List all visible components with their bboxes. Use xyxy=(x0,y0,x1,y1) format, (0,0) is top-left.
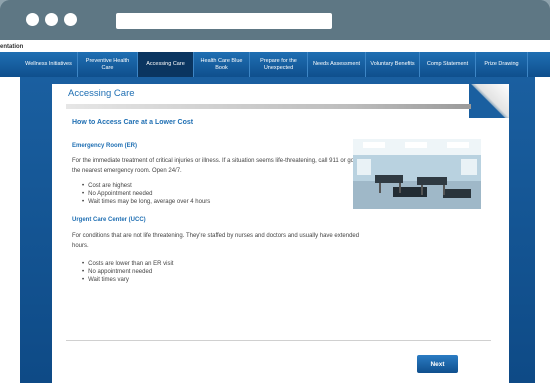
list-item: Wait times may be long, average over 4 h… xyxy=(82,198,210,206)
nav-item-voluntary-benefits[interactable]: Voluntary Benefits xyxy=(366,52,420,77)
window-controls xyxy=(26,13,77,26)
list-item: Costs are lower than an ER visit xyxy=(82,260,173,268)
app-title: entation xyxy=(0,44,24,50)
nav-item-comp-statement[interactable]: Comp Statement xyxy=(420,52,476,77)
er-description: For the immediate treatment of critical … xyxy=(72,158,361,174)
content-stage: Accessing Care How to Access Care at a L… xyxy=(20,77,535,383)
list-item: No appointment needed xyxy=(82,268,173,276)
page-title: Accessing Care xyxy=(68,88,135,99)
nav-item-prize-drawing[interactable]: Prize Drawing xyxy=(476,52,528,77)
list-item: Cost are highest xyxy=(82,182,210,190)
nav-item-needs-assessment[interactable]: Needs Assessment xyxy=(308,52,366,77)
nav-item-prepare-for-the-unexpected[interactable]: Prepare for the Unexpected xyxy=(250,52,308,77)
title-bar xyxy=(0,0,550,40)
maximize-window-icon[interactable] xyxy=(64,13,77,26)
address-bar[interactable] xyxy=(116,13,332,29)
emergency-room-photo xyxy=(353,139,481,209)
content-panel: Accessing Care How to Access Care at a L… xyxy=(52,84,509,383)
footer-divider xyxy=(66,340,491,341)
page-viewport: entation Wellness Initiatives Preventive… xyxy=(0,40,550,383)
nav-item-accessing-care[interactable]: Accessing Care xyxy=(138,52,194,77)
nav-item-health-care-blue-book[interactable]: Health Care Blue Book xyxy=(194,52,250,77)
next-button[interactable]: Next xyxy=(417,355,458,373)
ucc-heading: Urgent Care Center (UCC) xyxy=(72,217,146,223)
browser-window: entation Wellness Initiatives Preventive… xyxy=(0,0,550,383)
nav-item-preventive-health-care[interactable]: Preventive Health Care xyxy=(78,52,138,77)
title-divider xyxy=(66,104,471,109)
minimize-window-icon[interactable] xyxy=(45,13,58,26)
ucc-description: For conditions that are not life threate… xyxy=(72,233,360,249)
ucc-bullets: Costs are lower than an ER visit No appo… xyxy=(82,260,173,284)
close-window-icon[interactable] xyxy=(26,13,39,26)
list-item: Wait times vary xyxy=(82,276,173,284)
section-heading: How to Access Care at a Lower Cost xyxy=(72,119,194,126)
er-heading: Emergency Room (ER) xyxy=(72,143,138,149)
list-item: No Appointment needed xyxy=(82,190,210,198)
top-nav: Wellness Initiatives Preventive Health C… xyxy=(0,52,550,77)
nav-item-wellness-initiatives[interactable]: Wellness Initiatives xyxy=(20,52,78,77)
page-curl-decoration xyxy=(469,84,509,118)
er-bullets: Cost are highest No Appointment needed W… xyxy=(82,182,210,206)
